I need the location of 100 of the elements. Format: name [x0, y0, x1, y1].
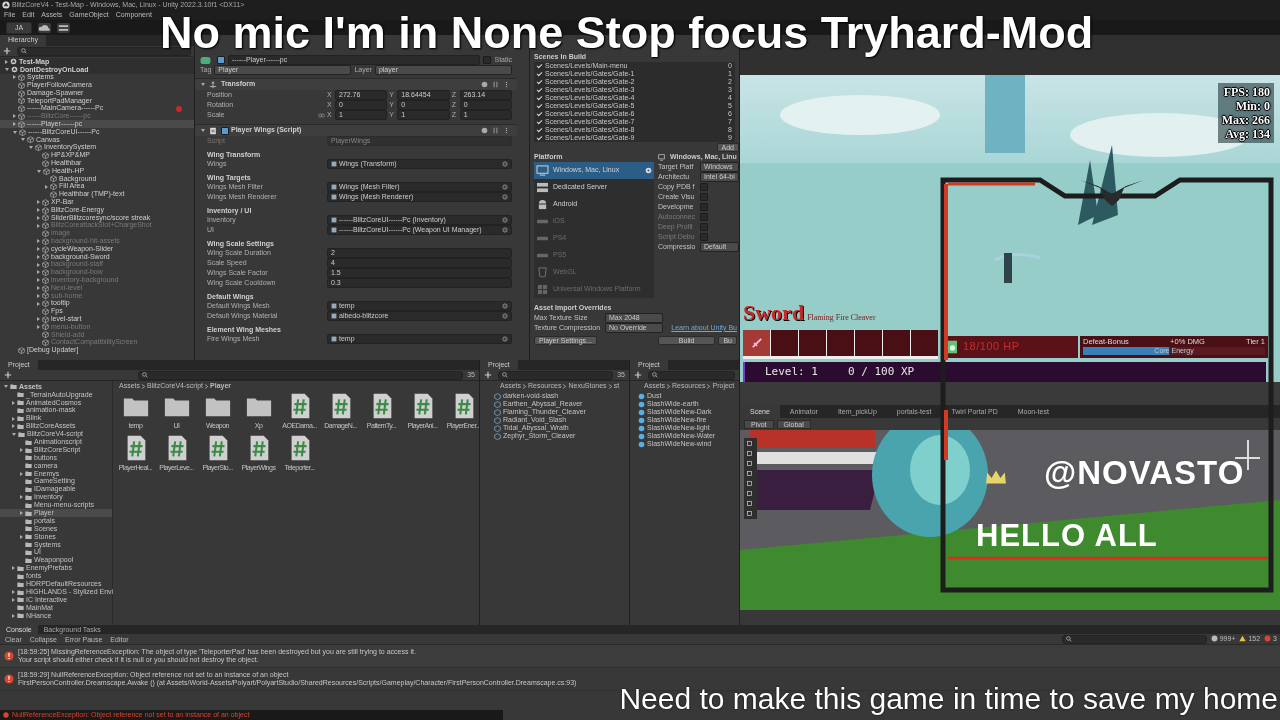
expand-arrow-icon[interactable] — [37, 208, 40, 213]
health-text: 18/100 HP — [963, 340, 1020, 354]
shield-icon — [536, 267, 549, 278]
expand-arrow-icon[interactable] — [37, 270, 40, 275]
expand-arrow-icon[interactable] — [37, 301, 40, 306]
expand-arrow-icon[interactable] — [37, 278, 40, 283]
expand-arrow-icon[interactable] — [45, 184, 48, 189]
expand-arrow-icon[interactable] — [37, 200, 40, 205]
level-text: Level: 1 — [765, 365, 818, 379]
expand-arrow-icon[interactable] — [201, 129, 205, 132]
script-icon — [209, 126, 217, 135]
expand-arrow-icon[interactable] — [29, 146, 33, 150]
search-field[interactable] — [1061, 634, 1207, 644]
search-field[interactable] — [498, 370, 614, 380]
chevron-icon — [562, 384, 568, 389]
chevron-icon — [607, 384, 613, 389]
expand-arrow-icon[interactable] — [12, 424, 15, 429]
transform-icon — [209, 80, 217, 89]
expand-arrow-icon[interactable] — [20, 495, 23, 500]
fps-stats: FPS: 180 Min: 0 Max: 266 Avg: 134 — [1217, 83, 1274, 143]
expand-arrow-icon[interactable] — [20, 534, 23, 539]
add-icon[interactable] — [484, 371, 492, 379]
add-icon[interactable] — [4, 371, 12, 379]
expand-arrow-icon[interactable] — [201, 83, 205, 86]
expand-arrow-icon[interactable] — [12, 590, 15, 595]
expand-arrow-icon[interactable] — [12, 598, 15, 602]
server-icon — [536, 182, 549, 193]
error-icon — [4, 651, 14, 661]
expand-arrow-icon[interactable] — [37, 286, 40, 290]
chevron-icon — [706, 384, 712, 389]
sliders-icon[interactable] — [492, 127, 499, 134]
help-icon[interactable] — [481, 81, 488, 88]
search-field[interactable] — [138, 370, 464, 380]
add-icon[interactable] — [3, 47, 11, 55]
inventory-slot[interactable] — [743, 330, 770, 356]
object-picker-icon[interactable] — [502, 161, 508, 167]
crown-icon — [985, 468, 1007, 486]
chevron-icon — [204, 384, 210, 389]
layers-icon[interactable] — [57, 22, 71, 33]
expand-arrow-icon[interactable] — [37, 262, 40, 267]
expand-arrow-icon[interactable] — [37, 169, 41, 173]
expand-arrow-icon[interactable] — [5, 59, 8, 64]
asset-icon — [331, 161, 337, 167]
chevron-icon — [666, 384, 671, 389]
expand-arrow-icon[interactable] — [5, 68, 9, 72]
sword-icon — [749, 336, 764, 350]
expand-arrow-icon[interactable] — [13, 122, 16, 127]
more-icon[interactable] — [503, 81, 510, 88]
expand-arrow-icon[interactable] — [37, 325, 40, 329]
search-icon — [652, 372, 658, 378]
robot-icon — [536, 199, 549, 210]
expand-arrow-icon[interactable] — [37, 247, 40, 251]
app-logo-icon — [2, 1, 10, 9]
asset-icon — [331, 336, 337, 342]
cube-icon — [18, 346, 25, 354]
object-picker-icon[interactable] — [502, 336, 508, 342]
error-icon — [4, 674, 14, 684]
expand-arrow-icon[interactable] — [20, 511, 23, 516]
stream-caption: No mic I'm in None Stop focus Tryhard-Mod — [160, 10, 1094, 55]
expand-arrow-icon[interactable] — [12, 400, 15, 405]
expand-arrow-icon[interactable] — [12, 613, 15, 618]
search-icon — [502, 372, 508, 378]
expand-arrow-icon[interactable] — [21, 138, 25, 142]
search-icon — [21, 48, 27, 54]
greeting-text: HELLO ALL — [976, 520, 1158, 551]
checkbox[interactable] — [700, 183, 708, 191]
expand-arrow-icon[interactable] — [37, 254, 40, 259]
search-icon — [1065, 636, 1072, 642]
expand-arrow-icon[interactable] — [4, 385, 8, 389]
expand-arrow-icon[interactable] — [12, 566, 15, 571]
active-checkbox[interactable] — [217, 56, 225, 64]
expand-arrow-icon[interactable] — [37, 239, 40, 244]
checkbox[interactable] — [700, 193, 708, 201]
search-icon — [142, 372, 149, 378]
expand-arrow-icon[interactable] — [37, 215, 40, 220]
link-icon[interactable] — [318, 111, 325, 119]
expand-arrow-icon[interactable] — [37, 223, 40, 228]
error-icon — [1264, 635, 1272, 643]
cloud-icon[interactable] — [38, 22, 52, 33]
static-checkbox[interactable] — [483, 56, 492, 64]
expand-arrow-icon[interactable] — [20, 471, 23, 476]
info-icon — [1210, 635, 1218, 643]
expand-arrow-icon[interactable] — [37, 317, 40, 322]
checkbox[interactable] — [700, 203, 708, 211]
weapon-type: Sword — [743, 300, 805, 327]
search-field[interactable] — [17, 46, 191, 56]
search-field[interactable] — [648, 370, 735, 380]
sliders-icon[interactable] — [492, 81, 499, 88]
expand-arrow-icon[interactable] — [12, 432, 16, 436]
more-icon[interactable] — [503, 127, 510, 134]
expand-arrow-icon[interactable] — [12, 416, 15, 421]
weapon-name: Flaming Fire Cleaver — [807, 313, 876, 323]
chevron-icon — [522, 384, 527, 389]
help-icon[interactable] — [481, 127, 488, 134]
expand-arrow-icon[interactable] — [13, 75, 16, 80]
expand-arrow-icon[interactable] — [20, 448, 23, 453]
expand-arrow-icon[interactable] — [37, 293, 40, 298]
add-icon[interactable] — [634, 371, 642, 379]
enabled-checkbox[interactable] — [221, 126, 229, 135]
expand-arrow-icon[interactable] — [13, 130, 17, 134]
